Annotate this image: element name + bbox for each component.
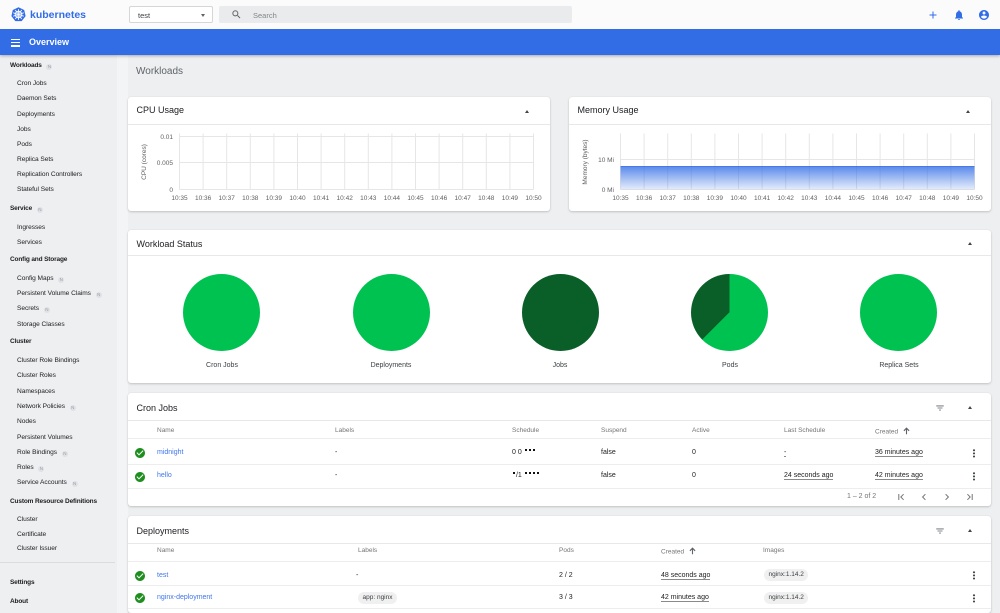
svg-text:10:50: 10:50	[966, 195, 983, 202]
svg-text:10:36: 10:36	[195, 195, 212, 202]
svg-text:10:49: 10:49	[943, 195, 960, 202]
svg-text:10:39: 10:39	[266, 195, 283, 202]
svg-text:10:47: 10:47	[455, 195, 472, 202]
svg-text:10:46: 10:46	[872, 195, 889, 202]
svg-text:0.01: 0.01	[160, 134, 173, 141]
svg-text:10:37: 10:37	[660, 195, 677, 202]
svg-text:10:41: 10:41	[754, 195, 771, 202]
svg-text:10:42: 10:42	[778, 195, 795, 202]
svg-text:CPU (cores): CPU (cores)	[141, 144, 148, 180]
svg-text:0 Mi: 0 Mi	[602, 187, 614, 194]
svg-text:10:37: 10:37	[219, 195, 236, 202]
svg-text:10:40: 10:40	[289, 195, 306, 202]
svg-text:10:38: 10:38	[683, 195, 700, 202]
svg-text:10:47: 10:47	[896, 195, 913, 202]
svg-text:10:41: 10:41	[313, 195, 330, 202]
svg-text:10:39: 10:39	[707, 195, 724, 202]
svg-text:Memory (bytes): Memory (bytes)	[582, 139, 589, 184]
svg-text:0.005: 0.005	[157, 160, 174, 167]
svg-text:10:44: 10:44	[384, 195, 401, 202]
svg-text:10:40: 10:40	[730, 195, 747, 202]
svg-text:10:46: 10:46	[431, 195, 448, 202]
svg-text:10:50: 10:50	[525, 195, 542, 202]
svg-text:10:44: 10:44	[825, 195, 842, 202]
svg-text:10:35: 10:35	[171, 195, 188, 202]
svg-text:10:45: 10:45	[407, 195, 424, 202]
svg-text:10:38: 10:38	[242, 195, 259, 202]
svg-text:10:48: 10:48	[919, 195, 936, 202]
svg-text:10:48: 10:48	[478, 195, 495, 202]
svg-text:0: 0	[169, 187, 173, 194]
svg-text:10:36: 10:36	[636, 195, 653, 202]
svg-text:10:35: 10:35	[612, 195, 629, 202]
svg-text:10:43: 10:43	[360, 195, 377, 202]
svg-text:10:42: 10:42	[337, 195, 354, 202]
svg-text:10:45: 10:45	[848, 195, 865, 202]
svg-text:10:43: 10:43	[801, 195, 818, 202]
svg-text:10 Mi: 10 Mi	[598, 157, 614, 164]
svg-text:10:49: 10:49	[502, 195, 519, 202]
